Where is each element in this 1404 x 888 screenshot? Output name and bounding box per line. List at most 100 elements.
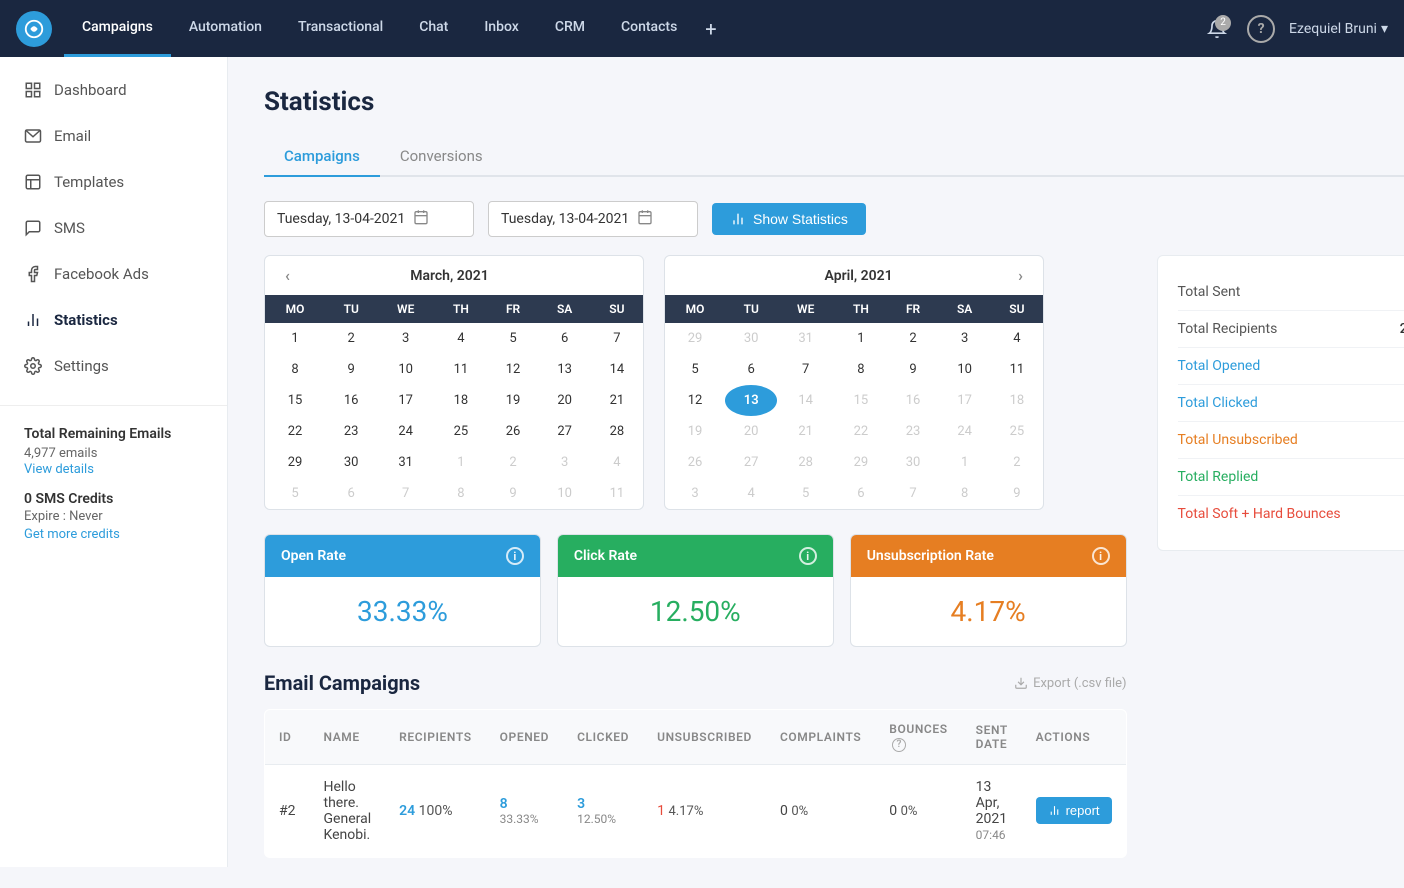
calendar-day[interactable]: 7 xyxy=(888,478,939,509)
calendar-day[interactable]: 16 xyxy=(888,385,939,416)
start-date-input[interactable]: Tuesday, 13-04-2021 xyxy=(264,201,474,237)
calendar-day[interactable]: 17 xyxy=(377,385,434,416)
calendar-day[interactable]: 7 xyxy=(377,478,434,509)
calendar-day[interactable]: 27 xyxy=(538,416,590,447)
calendar-day[interactable]: 3 xyxy=(938,323,990,354)
calendar-day[interactable]: 25 xyxy=(434,416,488,447)
calendar-day[interactable]: 4 xyxy=(591,447,643,478)
brand-logo[interactable] xyxy=(16,11,52,47)
calendar-day[interactable]: 22 xyxy=(265,416,325,447)
start-date-calendar-icon[interactable] xyxy=(413,209,429,229)
end-date-calendar-icon[interactable] xyxy=(637,209,653,229)
sidebar-item-sms[interactable]: SMS xyxy=(0,205,227,251)
sidebar-item-facebook[interactable]: Facebook Ads xyxy=(0,251,227,297)
calendar-day[interactable]: 23 xyxy=(325,416,377,447)
sidebar-item-dashboard[interactable]: Dashboard xyxy=(0,67,227,113)
calendar-day[interactable]: 3 xyxy=(538,447,590,478)
calendar-day[interactable]: 4 xyxy=(434,323,488,354)
calendar-day[interactable]: 9 xyxy=(991,478,1043,509)
calendar-day[interactable]: 15 xyxy=(834,385,888,416)
calendar-day[interactable]: 29 xyxy=(265,447,325,478)
calendar-day[interactable]: 29 xyxy=(665,323,725,354)
sidebar-item-settings[interactable]: Settings xyxy=(0,343,227,389)
calendar-day[interactable]: 9 xyxy=(888,354,939,385)
prev-month-button[interactable]: ‹ xyxy=(277,264,298,287)
calendar-day[interactable]: 14 xyxy=(777,385,834,416)
calendar-day[interactable]: 2 xyxy=(888,323,939,354)
calendar-day[interactable]: 21 xyxy=(777,416,834,447)
calendar-day[interactable]: 6 xyxy=(834,478,888,509)
calendar-day[interactable]: 6 xyxy=(725,354,777,385)
nav-contacts[interactable]: Contacts xyxy=(603,0,695,57)
calendar-day[interactable]: 7 xyxy=(777,354,834,385)
calendar-day[interactable]: 11 xyxy=(591,478,643,509)
calendar-day[interactable]: 5 xyxy=(265,478,325,509)
nav-campaigns[interactable]: Campaigns xyxy=(64,0,171,57)
notifications-bell[interactable]: 2 xyxy=(1201,13,1233,45)
calendar-day[interactable]: 8 xyxy=(938,478,990,509)
calendar-day[interactable]: 11 xyxy=(991,354,1043,385)
calendar-day[interactable]: 12 xyxy=(665,385,725,416)
next-month-button[interactable]: › xyxy=(1010,264,1031,287)
sidebar-item-email[interactable]: Email xyxy=(0,113,227,159)
nav-automation[interactable]: Automation xyxy=(171,0,280,57)
calendar-day[interactable]: 11 xyxy=(434,354,488,385)
calendar-day[interactable]: 18 xyxy=(434,385,488,416)
calendar-day[interactable]: 13 xyxy=(538,354,590,385)
get-more-credits-link[interactable]: Get more credits xyxy=(24,527,120,542)
bounces-info-icon[interactable]: ? xyxy=(892,738,906,752)
calendar-day[interactable]: 14 xyxy=(591,354,643,385)
calendar-day[interactable]: 19 xyxy=(665,416,725,447)
calendar-day[interactable]: 6 xyxy=(538,323,590,354)
calendar-day[interactable]: 20 xyxy=(538,385,590,416)
open-rate-info-icon[interactable]: i xyxy=(506,547,524,565)
calendar-day[interactable]: 28 xyxy=(591,416,643,447)
calendar-day[interactable]: 30 xyxy=(325,447,377,478)
calendar-day[interactable]: 17 xyxy=(938,385,990,416)
view-details-link[interactable]: View details xyxy=(24,462,94,477)
calendar-day[interactable]: 9 xyxy=(325,354,377,385)
calendar-day[interactable]: 21 xyxy=(591,385,643,416)
tab-campaigns[interactable]: Campaigns xyxy=(264,137,380,177)
calendar-day[interactable]: 4 xyxy=(991,323,1043,354)
calendar-day[interactable]: 6 xyxy=(325,478,377,509)
calendar-day[interactable]: 9 xyxy=(488,478,539,509)
calendar-day[interactable]: 31 xyxy=(377,447,434,478)
calendar-day[interactable]: 25 xyxy=(991,416,1043,447)
nav-chat[interactable]: Chat xyxy=(401,0,466,57)
calendar-day[interactable]: 8 xyxy=(434,478,488,509)
click-rate-info-icon[interactable]: i xyxy=(799,547,817,565)
calendar-day[interactable]: 3 xyxy=(665,478,725,509)
calendar-day[interactable]: 2 xyxy=(325,323,377,354)
calendar-day[interactable]: 19 xyxy=(488,385,539,416)
help-button[interactable]: ? xyxy=(1247,15,1275,43)
show-statistics-button[interactable]: Show Statistics xyxy=(712,203,866,235)
calendar-day[interactable]: 5 xyxy=(488,323,539,354)
calendar-day[interactable]: 1 xyxy=(834,323,888,354)
calendar-day[interactable]: 1 xyxy=(265,323,325,354)
calendar-day[interactable]: 30 xyxy=(888,447,939,478)
export-button[interactable]: Export (.csv file) xyxy=(1014,676,1126,691)
calendar-day[interactable]: 12 xyxy=(488,354,539,385)
calendar-day[interactable]: 18 xyxy=(991,385,1043,416)
calendar-day[interactable]: 31 xyxy=(777,323,834,354)
calendar-day[interactable]: 5 xyxy=(665,354,725,385)
report-button[interactable]: report xyxy=(1036,797,1112,824)
calendar-day[interactable]: 24 xyxy=(377,416,434,447)
calendar-day[interactable]: 24 xyxy=(938,416,990,447)
calendar-day[interactable]: 1 xyxy=(938,447,990,478)
calendar-day[interactable]: 1 xyxy=(434,447,488,478)
sidebar-item-templates[interactable]: Templates xyxy=(0,159,227,205)
user-menu[interactable]: Ezequiel Bruni ▾ xyxy=(1289,21,1388,37)
calendar-day[interactable]: 10 xyxy=(538,478,590,509)
calendar-day[interactable]: 13 xyxy=(725,385,777,416)
calendar-day[interactable]: 10 xyxy=(938,354,990,385)
calendar-day[interactable]: 15 xyxy=(265,385,325,416)
calendar-day[interactable]: 29 xyxy=(834,447,888,478)
calendar-day[interactable]: 28 xyxy=(777,447,834,478)
calendar-day[interactable]: 30 xyxy=(725,323,777,354)
calendar-day[interactable]: 23 xyxy=(888,416,939,447)
calendar-day[interactable]: 7 xyxy=(591,323,643,354)
calendar-day[interactable]: 16 xyxy=(325,385,377,416)
calendar-day[interactable]: 20 xyxy=(725,416,777,447)
